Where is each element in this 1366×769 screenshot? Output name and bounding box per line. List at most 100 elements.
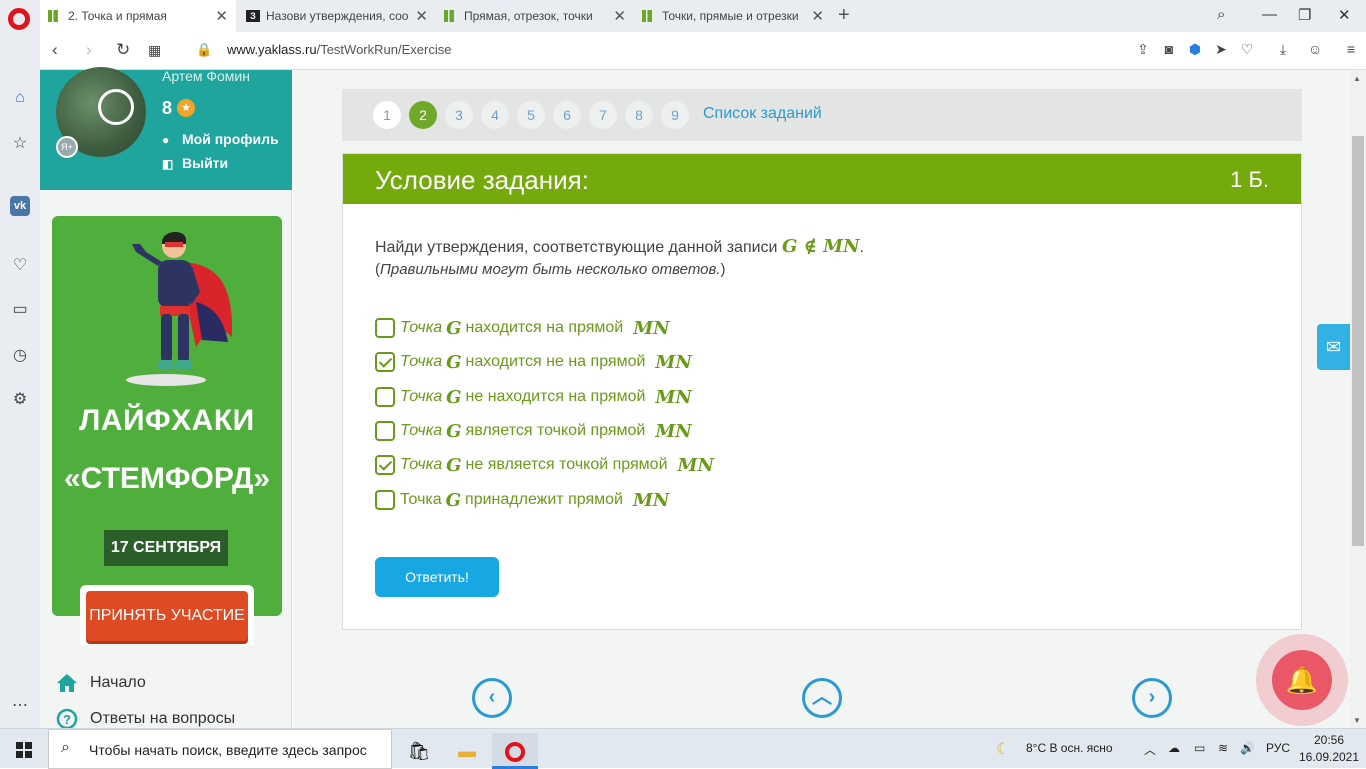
submit-answer-button[interactable]: Ответить!	[375, 557, 499, 597]
weather-icon[interactable]: ☾	[996, 739, 1010, 759]
download-icon[interactable]: ⤓	[1275, 41, 1291, 57]
speed-dial-icon[interactable]: ▦	[148, 42, 161, 59]
back-icon[interactable]: ‹	[52, 40, 58, 60]
search-tabs-icon[interactable]: ⌕	[1217, 6, 1225, 23]
heart-icon[interactable]: ♡	[1239, 41, 1255, 57]
profile-link[interactable]: ● Мой профиль	[162, 131, 279, 147]
checkbox-checked[interactable]	[375, 352, 395, 372]
home-icon[interactable]: ⌂	[10, 88, 30, 108]
close-icon[interactable]: ✕	[613, 7, 626, 25]
camera-icon[interactable]: ◙	[1161, 41, 1177, 57]
windows-taskbar: ⌕ Чтобы начать поиск, введите здесь запр…	[0, 728, 1366, 769]
next-task-button[interactable]: ›	[1132, 678, 1172, 718]
language-indicator[interactable]: РУС	[1266, 741, 1290, 755]
page-4[interactable]: 4	[481, 101, 509, 129]
page-9[interactable]: 9	[661, 101, 689, 129]
checkbox[interactable]	[375, 421, 395, 441]
page-scrollbar[interactable]: ▲ ▼	[1350, 70, 1366, 728]
option-var: G	[445, 489, 462, 511]
network-icon[interactable]: ▭	[1194, 741, 1205, 755]
page-5[interactable]: 5	[517, 101, 545, 129]
task-list-link[interactable]: Список заданий	[703, 105, 822, 123]
weather-text[interactable]: 8°C В осн. ясно	[1026, 741, 1113, 755]
url-field[interactable]: www.yaklass.ru/TestWorkRun/Exercise	[227, 42, 451, 57]
store-app-icon[interactable]: 🛍	[396, 733, 442, 769]
option-lead: Точка	[400, 319, 443, 336]
feedback-mail-button[interactable]: ✉	[1317, 324, 1350, 370]
vk-icon[interactable]: vk	[10, 196, 30, 216]
question-icon: ?	[56, 708, 78, 730]
checkbox[interactable]	[375, 387, 395, 407]
wifi-icon[interactable]: ≋	[1218, 741, 1228, 755]
promo-banner[interactable]: ЛАЙФХАКИ «СТЕМФОРД» 17 СЕНТЯБРЯ	[52, 216, 282, 616]
close-icon[interactable]: ✕	[811, 7, 824, 25]
answer-option[interactable]: Точка G принадлежит прямой MN	[375, 488, 673, 512]
tab-4[interactable]: Точки, прямые и отрезки ✕	[634, 0, 832, 32]
option-text: не является точкой прямой	[465, 456, 668, 473]
svg-text:?: ?	[63, 712, 71, 727]
nav-home[interactable]: Начало	[56, 672, 146, 694]
forward-icon[interactable]: ›	[86, 40, 92, 60]
windows-start-icon[interactable]	[16, 742, 32, 758]
answer-option[interactable]: Точка G находится на прямой MN	[375, 316, 674, 340]
cloud-icon[interactable]: ☁	[1168, 741, 1180, 755]
player-icon[interactable]: ▭	[10, 300, 30, 320]
checkbox[interactable]	[375, 490, 395, 510]
taskbar-clock[interactable]: 20:56 16.09.2021	[1296, 732, 1362, 766]
minimize-icon[interactable]: —	[1262, 6, 1277, 23]
task-prompt-end: .	[859, 239, 864, 256]
more-icon[interactable]: ⋯	[10, 696, 30, 716]
reload-icon[interactable]: ↻	[116, 40, 130, 60]
checkbox[interactable]	[375, 318, 395, 338]
history-icon[interactable]: ◷	[10, 346, 30, 366]
user-name[interactable]: Артем Фомин	[162, 68, 250, 84]
star-icon: ★	[177, 99, 195, 117]
tray-chevron-up-icon[interactable]: ︿	[1144, 741, 1156, 758]
settings-menu-icon[interactable]: ≡	[1343, 41, 1359, 57]
scroll-down-icon[interactable]: ▼	[1353, 716, 1361, 725]
nav-answers[interactable]: ? Ответы на вопросы	[56, 708, 235, 730]
opera-taskbar-icon[interactable]	[492, 733, 538, 769]
new-tab-icon[interactable]: +	[838, 4, 850, 27]
logout-link[interactable]: ◧ Выйти	[162, 155, 228, 171]
opera-logo-icon[interactable]	[8, 8, 30, 30]
shield-icon[interactable]: ⬢	[1187, 41, 1203, 57]
heart-icon[interactable]: ♡	[10, 256, 30, 276]
page-7[interactable]: 7	[589, 101, 617, 129]
gear-icon[interactable]: ⚙	[10, 390, 30, 410]
checkbox-checked[interactable]	[375, 455, 395, 475]
star-icon[interactable]: ☆	[10, 134, 30, 154]
notification-bell-button[interactable]: 🔔	[1256, 634, 1348, 726]
page-1[interactable]: 1	[373, 101, 401, 129]
scroll-top-button[interactable]: ︿	[802, 678, 842, 718]
scrollbar-thumb[interactable]	[1352, 136, 1364, 546]
tab-active[interactable]: 2. Точка и прямая ✕	[40, 0, 236, 32]
search-icon: ⌕	[61, 739, 70, 756]
promo-join-button[interactable]: ПРИНЯТЬ УЧАСТИЕ	[86, 591, 248, 641]
answer-option[interactable]: Точка G не находится на прямой MN	[375, 385, 696, 409]
account-icon[interactable]: ☺	[1307, 41, 1323, 57]
volume-icon[interactable]: 🔊	[1240, 741, 1255, 755]
page-2-current[interactable]: 2	[409, 101, 437, 129]
answer-option[interactable]: Точка G находится не на прямой MN	[375, 350, 696, 374]
restore-icon[interactable]: ❐	[1298, 6, 1311, 24]
close-icon[interactable]: ✕	[215, 7, 228, 25]
yandex-badge-icon: Я+	[56, 136, 78, 158]
page-6[interactable]: 6	[553, 101, 581, 129]
share-icon[interactable]: ⇪	[1135, 41, 1151, 57]
prev-task-button[interactable]: ‹	[472, 678, 512, 718]
tab-3[interactable]: Прямая, отрезок, точки ✕	[436, 0, 634, 32]
file-explorer-icon[interactable]: ▬	[444, 733, 490, 769]
close-window-icon[interactable]: ✕	[1338, 6, 1351, 24]
page-3[interactable]: 3	[445, 101, 473, 129]
page-8[interactable]: 8	[625, 101, 653, 129]
close-icon[interactable]: ✕	[415, 7, 428, 25]
tab-2[interactable]: З Назови утверждения, соо ✕	[238, 0, 436, 32]
send-icon[interactable]: ➤	[1213, 41, 1229, 57]
answer-option[interactable]: Точка G не является точкой прямой MN	[375, 453, 718, 477]
option-lead: Точка	[400, 422, 443, 439]
answer-option[interactable]: Точка G является точкой прямой MN	[375, 419, 696, 443]
taskbar-search-input[interactable]: ⌕ Чтобы начать поиск, введите здесь запр…	[48, 729, 392, 769]
scroll-up-icon[interactable]: ▲	[1353, 74, 1361, 83]
yaklass-icon	[48, 10, 62, 22]
